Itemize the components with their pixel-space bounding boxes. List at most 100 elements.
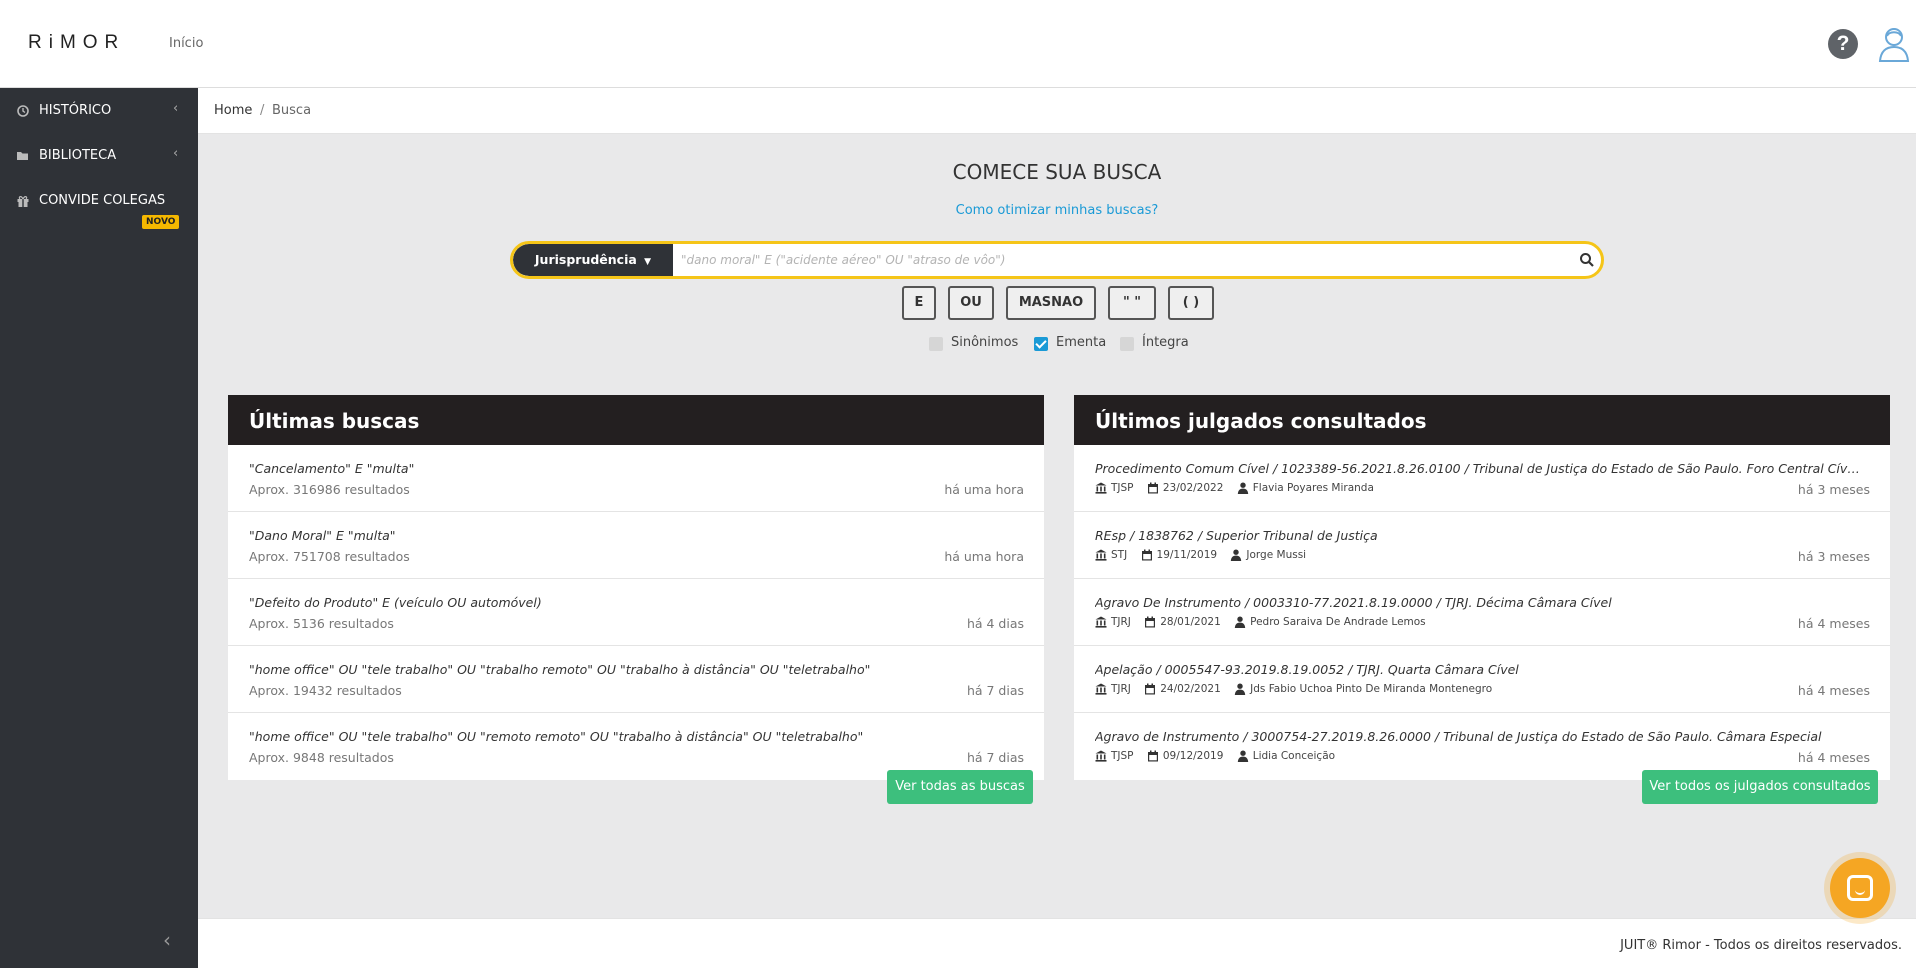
breadcrumb: Home / Busca bbox=[198, 89, 1916, 134]
case-meta: TJSP 23/02/2022 Flavia Poyares Miranda bbox=[1095, 482, 1384, 494]
breadcrumb-home[interactable]: Home bbox=[214, 103, 252, 118]
timestamp: há 4 meses bbox=[1797, 750, 1870, 765]
judge-icon bbox=[1237, 750, 1248, 762]
operator-quotes-button[interactable]: " " bbox=[1108, 286, 1156, 320]
recent-cases-list: Procedimento Comum Cível / 1023389-56.20… bbox=[1074, 445, 1890, 780]
gift-icon bbox=[17, 196, 29, 207]
case-date: 24/02/2021 bbox=[1160, 683, 1221, 695]
operator-e-button[interactable]: E bbox=[902, 286, 936, 320]
search-icon[interactable] bbox=[1579, 252, 1595, 268]
panel-title: Últimas buscas bbox=[228, 395, 1044, 445]
case-title: Agravo De Instrumento / 0003310-77.2021.… bbox=[1095, 595, 1612, 610]
judge-name: Flavia Poyares Miranda bbox=[1252, 482, 1374, 494]
calendar-icon bbox=[1141, 549, 1152, 561]
chevron-left-icon: ‹ bbox=[173, 146, 179, 161]
operator-ou-button[interactable]: OU bbox=[948, 286, 994, 320]
courthouse-icon bbox=[1095, 750, 1107, 762]
user-avatar-icon[interactable] bbox=[1878, 26, 1910, 62]
sidebar-item-label: HISTÓRICO bbox=[39, 103, 112, 118]
list-item[interactable]: Agravo De Instrumento / 0003310-77.2021.… bbox=[1074, 579, 1890, 646]
courthouse-icon bbox=[1095, 683, 1107, 695]
search-query: "home office" OU "tele trabalho" OU "rem… bbox=[249, 729, 864, 744]
result-count: Aprox. 5136 resultados bbox=[249, 616, 394, 631]
case-date: 23/02/2022 bbox=[1162, 482, 1224, 494]
court-name: TJRJ bbox=[1111, 683, 1131, 695]
timestamp: há 4 meses bbox=[1797, 616, 1870, 631]
court-name: STJ bbox=[1111, 549, 1128, 561]
sinonimos-label: Sinônimos bbox=[951, 335, 1019, 350]
sidebar-item-historico[interactable]: HISTÓRICO ‹ bbox=[0, 91, 198, 131]
breadcrumb-separator: / bbox=[260, 103, 265, 118]
view-all-searches-button[interactable]: Ver todas as buscas bbox=[887, 770, 1033, 804]
breadcrumb-current: Busca bbox=[272, 103, 312, 118]
footer: JUIT® Rimor - Todos os direitos reservad… bbox=[198, 918, 1916, 968]
search-help-link[interactable]: Como otimizar minhas buscas? bbox=[198, 203, 1916, 218]
timestamp: há 3 meses bbox=[1797, 482, 1870, 497]
calendar-icon bbox=[1145, 616, 1156, 628]
timestamp: há uma hora bbox=[944, 549, 1024, 564]
calendar-icon bbox=[1147, 482, 1158, 494]
ementa-checkbox[interactable] bbox=[1034, 337, 1048, 351]
chat-widget-icon[interactable] bbox=[1830, 858, 1890, 918]
new-badge: NOVO bbox=[142, 215, 180, 229]
judge-icon bbox=[1231, 549, 1242, 561]
question-circle-icon[interactable]: ? bbox=[1828, 29, 1858, 59]
operator-parens-button[interactable]: ( ) bbox=[1168, 286, 1214, 320]
timestamp: há 7 dias bbox=[966, 750, 1024, 765]
nav-inicio-link[interactable]: Início bbox=[169, 36, 203, 51]
operator-masnao-button[interactable]: MASNAO bbox=[1006, 286, 1096, 320]
calendar-icon bbox=[1147, 750, 1158, 762]
sidebar: HISTÓRICO ‹ BIBLIOTECA ‹ CONVIDE COLEGAS… bbox=[0, 88, 198, 968]
sinonimos-checkbox[interactable] bbox=[929, 337, 943, 351]
list-item[interactable]: "Defeito do Produto" E (veículo OU autom… bbox=[228, 579, 1044, 646]
view-all-cases-button[interactable]: Ver todos os julgados consultados bbox=[1642, 770, 1878, 804]
result-count: Aprox. 19432 resultados bbox=[249, 683, 402, 698]
page-title: COMECE SUA BUSCA bbox=[952, 160, 1162, 184]
search-type-dropdown[interactable]: Jurisprudência ▼ bbox=[513, 244, 673, 276]
chevron-left-icon: ‹ bbox=[173, 101, 179, 116]
timestamp: há 7 dias bbox=[966, 683, 1024, 698]
chat-smile-shape bbox=[1855, 890, 1865, 895]
judge-icon bbox=[1234, 683, 1246, 695]
recent-cases-panel: Últimos julgados consultados Procediment… bbox=[1074, 395, 1890, 780]
list-item[interactable]: "Cancelamento" E "multa" Aprox. 316986 r… bbox=[228, 445, 1044, 512]
search-type-label: Jurisprudência bbox=[534, 252, 637, 267]
judge-name: Pedro Saraiva De Andrade Lemos bbox=[1250, 616, 1426, 628]
search-query: "home office" OU "tele trabalho" OU "tra… bbox=[249, 662, 871, 677]
courthouse-icon bbox=[1095, 482, 1107, 494]
list-item[interactable]: REsp / 1838762 / Superior Tribunal de Ju… bbox=[1074, 512, 1890, 579]
folder-open-icon bbox=[17, 152, 28, 160]
case-meta: STJ 19/11/2019 Jorge Mussi bbox=[1095, 549, 1316, 561]
recent-searches-panel: Últimas buscas "Cancelamento" E "multa" … bbox=[228, 395, 1044, 780]
court-name: TJRJ bbox=[1111, 616, 1131, 628]
timestamp: há 3 meses bbox=[1797, 549, 1870, 564]
result-count: Aprox. 751708 resultados bbox=[249, 549, 410, 564]
search-bar: Jurisprudência ▼ bbox=[510, 241, 1604, 279]
rimor-logo[interactable]: RiMOR bbox=[28, 32, 125, 54]
collapse-sidebar-icon[interactable]: ‹ bbox=[163, 928, 171, 952]
court-name: TJSP bbox=[1111, 750, 1134, 762]
sidebar-item-label: BIBLIOTECA bbox=[39, 148, 117, 163]
main-content: COMECE SUA BUSCA Como otimizar minhas bu… bbox=[198, 134, 1916, 918]
result-count: Aprox. 9848 resultados bbox=[249, 750, 394, 765]
list-item[interactable]: Procedimento Comum Cível / 1023389-56.20… bbox=[1074, 445, 1890, 512]
case-meta: TJSP 09/12/2019 Lidia Conceição bbox=[1095, 750, 1345, 762]
courthouse-icon bbox=[1095, 616, 1107, 628]
list-item[interactable]: "Dano Moral" E "multa" Aprox. 751708 res… bbox=[228, 512, 1044, 579]
list-item[interactable]: Apelação / 0005547-93.2019.8.19.0052 / T… bbox=[1074, 646, 1890, 713]
search-query: "Defeito do Produto" E (veículo OU autom… bbox=[249, 595, 542, 610]
list-item[interactable]: "home office" OU "tele trabalho" OU "tra… bbox=[228, 646, 1044, 713]
panel-title: Últimos julgados consultados bbox=[1074, 395, 1890, 445]
courthouse-icon bbox=[1095, 549, 1107, 561]
ementa-label: Ementa bbox=[1056, 335, 1107, 350]
timestamp: há 4 dias bbox=[966, 616, 1024, 631]
sidebar-item-biblioteca[interactable]: BIBLIOTECA ‹ bbox=[0, 136, 198, 176]
result-count: Aprox. 316986 resultados bbox=[249, 482, 410, 497]
court-name: TJSP bbox=[1111, 482, 1134, 494]
sidebar-item-label: CONVIDE COLEGAS bbox=[39, 193, 166, 208]
search-input[interactable] bbox=[681, 244, 1561, 276]
calendar-icon bbox=[1145, 683, 1156, 695]
integra-checkbox[interactable] bbox=[1120, 337, 1134, 351]
judge-icon bbox=[1237, 482, 1248, 494]
top-header: RiMOR Início ? bbox=[0, 0, 1916, 88]
